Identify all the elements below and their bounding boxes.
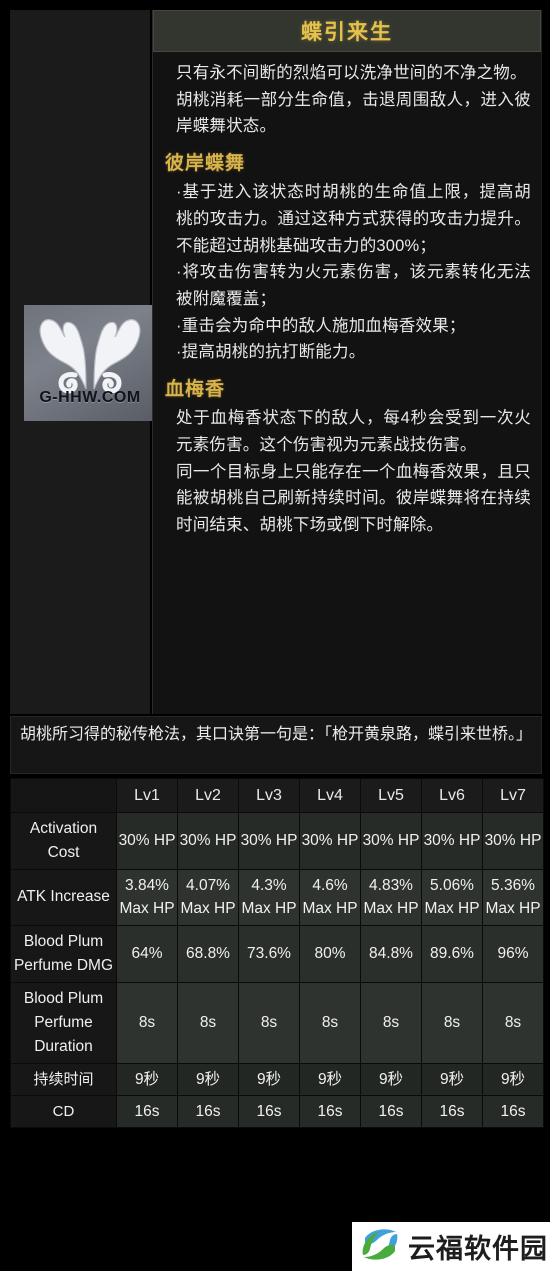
row-label: 持续时间 <box>10 1062 117 1096</box>
yunfu-leaf-logo <box>359 1223 401 1270</box>
stat-cell: 9秒 <box>482 1062 544 1096</box>
section-heading-bianhuadiewu: 彼岸蝶舞 <box>165 153 246 175</box>
butterfly-skill-icon[interactable]: G-HHW.COM <box>24 305 156 421</box>
stat-cell: 9秒 <box>421 1062 483 1096</box>
stat-cell: 30% HP <box>299 811 361 871</box>
stat-cell: 5.36% Max HP <box>482 869 544 926</box>
bullet-item: ·提高胡桃的抗打断能力。 <box>176 343 366 362</box>
stat-cell: 9秒 <box>177 1062 239 1096</box>
level-header-cell: Lv5 <box>360 778 422 813</box>
stat-cell: 8s <box>116 981 178 1064</box>
level-header-cell: Lv1 <box>116 778 178 813</box>
table-corner-cell <box>10 778 117 813</box>
table-row: CD 16s 16s 16s 16s 16s 16s 16s <box>10 1094 544 1129</box>
site-watermark: 云福软件园 <box>352 1222 550 1271</box>
skill-title: 蝶引来生 <box>153 10 541 52</box>
stat-cell: 16s <box>238 1094 300 1129</box>
stat-cell: 8s <box>177 981 239 1064</box>
stat-cell: 9秒 <box>116 1062 178 1096</box>
flavor-quote: 胡桃所习得的秘传枪法，其口诀第一句是：「枪开黄泉路，蝶引来世桥。」 <box>10 716 542 774</box>
level-header-cell: Lv7 <box>482 778 544 813</box>
stat-cell: 30% HP <box>360 811 422 871</box>
stat-cell: 73.6% <box>238 924 300 983</box>
skill-icon-rail: G-HHW.COM <box>10 10 156 714</box>
stat-cell: 80% <box>299 924 361 983</box>
skill-body: 只有永不间断的烈焰可以洗净世间的不净之物。 胡桃消耗一部分生命值，击退周围敌人，… <box>153 52 541 539</box>
skill-description-line: 只有永不间断的烈焰可以洗净世间的不净之物。 <box>176 64 527 82</box>
stat-cell: 3.84% Max HP <box>116 869 178 926</box>
stat-cell: 68.8% <box>177 924 239 983</box>
stat-cell: 16s <box>360 1094 422 1129</box>
stat-cell: 8s <box>482 981 544 1064</box>
section-bullets-bianhuadiewu: ·基于进入该状态时胡桃的生命值上限，提高胡桃的攻击力。通过这种方式获得的攻击力提… <box>163 179 531 366</box>
stat-cell: 16s <box>177 1094 239 1129</box>
stat-cell: 84.8% <box>360 924 422 983</box>
row-label: Blood Plum Perfume DMG <box>10 924 117 983</box>
stat-cell: 30% HP <box>421 811 483 871</box>
stat-cell: 30% HP <box>116 811 178 871</box>
bullet-item: ·基于进入该状态时胡桃的生命值上限，提高胡桃的攻击力。通过这种方式获得的攻击力提… <box>176 183 531 255</box>
table-row: 持续时间 9秒 9秒 9秒 9秒 9秒 9秒 9秒 <box>10 1062 544 1096</box>
stat-cell: 96% <box>482 924 544 983</box>
stat-cell: 9秒 <box>238 1062 300 1096</box>
skill-description-line: 胡桃消耗一部分生命值，击退周围敌人，进入彼岸蝶舞状态。 <box>176 90 531 136</box>
bullet-item: 处于血梅香状态下的敌人，每4秒会受到一次火元素伤害。这个伤害视为元素战技伤害。 <box>176 409 531 454</box>
stat-cell: 30% HP <box>177 811 239 871</box>
stat-cell: 16s <box>299 1094 361 1129</box>
stat-cell: 16s <box>482 1094 544 1129</box>
table-row: ATK Increase 3.84% Max HP 4.07% Max HP 4… <box>10 869 544 926</box>
stat-cell: 9秒 <box>360 1062 422 1096</box>
table-row: Activation Cost 30% HP 30% HP 30% HP 30%… <box>10 811 544 871</box>
bullet-item: ·重击会为命中的敌人施加血梅香效果； <box>176 316 466 335</box>
watermark-text: 云福软件园 <box>408 1234 548 1264</box>
level-header-cell: Lv2 <box>177 778 239 813</box>
row-label: CD <box>10 1094 117 1129</box>
skill-description-panel: 蝶引来生 只有永不间断的烈焰可以洗净世间的不净之物。 胡桃消耗一部分生命值，击退… <box>152 10 542 714</box>
stat-cell: 8s <box>238 981 300 1064</box>
stat-cell: 16s <box>421 1094 483 1129</box>
stat-cell: 4.07% Max HP <box>177 869 239 926</box>
stat-cell: 4.83% Max HP <box>360 869 422 926</box>
stat-cell: 30% HP <box>482 811 544 871</box>
table-row: Blood Plum Perfume Duration 8s 8s 8s 8s … <box>10 981 544 1064</box>
stat-cell: 64% <box>116 924 178 983</box>
bullet-item: 同一个目标身上只能存在一个血梅香效果，且只能被胡桃自己刷新持续时间。彼岸蝶舞将在… <box>176 462 531 535</box>
table-header-row: Lv1 Lv2 Lv3 Lv4 Lv5 Lv6 Lv7 <box>10 778 544 813</box>
level-header-cell: Lv4 <box>299 778 361 813</box>
stat-cell: 8s <box>299 981 361 1064</box>
skill-detail-screen: G-HHW.COM 蝶引来生 只有永不间断的烈焰可以洗净世间的不净之物。 胡桃消… <box>0 0 550 1271</box>
stat-cell: 8s <box>421 981 483 1064</box>
row-label: Blood Plum Perfume Duration <box>10 981 117 1064</box>
bullet-item: ·将攻击伤害转为火元素伤害，该元素转化无法被附魔覆盖； <box>176 263 531 309</box>
table-row: Blood Plum Perfume DMG 64% 68.8% 73.6% 8… <box>10 924 544 983</box>
section-heading-xuemeixiang: 血梅香 <box>165 379 226 401</box>
stat-cell: 9秒 <box>299 1062 361 1096</box>
stat-cell: 16s <box>116 1094 178 1129</box>
level-header-cell: Lv6 <box>421 778 483 813</box>
ghhw-watermark: G-HHW.COM <box>39 389 141 406</box>
stat-cell: 8s <box>360 981 422 1064</box>
stat-cell: 89.6% <box>421 924 483 983</box>
section-bullets-xuemeixiang: 处于血梅香状态下的敌人，每4秒会受到一次火元素伤害。这个伤害视为元素战技伤害。 … <box>163 405 531 539</box>
skill-stats-table: Lv1 Lv2 Lv3 Lv4 Lv5 Lv6 Lv7 Activation C… <box>10 778 544 1129</box>
stat-cell: 4.6% Max HP <box>299 869 361 926</box>
stat-cell: 4.3% Max HP <box>238 869 300 926</box>
level-header-cell: Lv3 <box>238 778 300 813</box>
stat-cell: 5.06% Max HP <box>421 869 483 926</box>
stat-cell: 30% HP <box>238 811 300 871</box>
row-label: ATK Increase <box>10 869 117 926</box>
row-label: Activation Cost <box>10 811 117 871</box>
